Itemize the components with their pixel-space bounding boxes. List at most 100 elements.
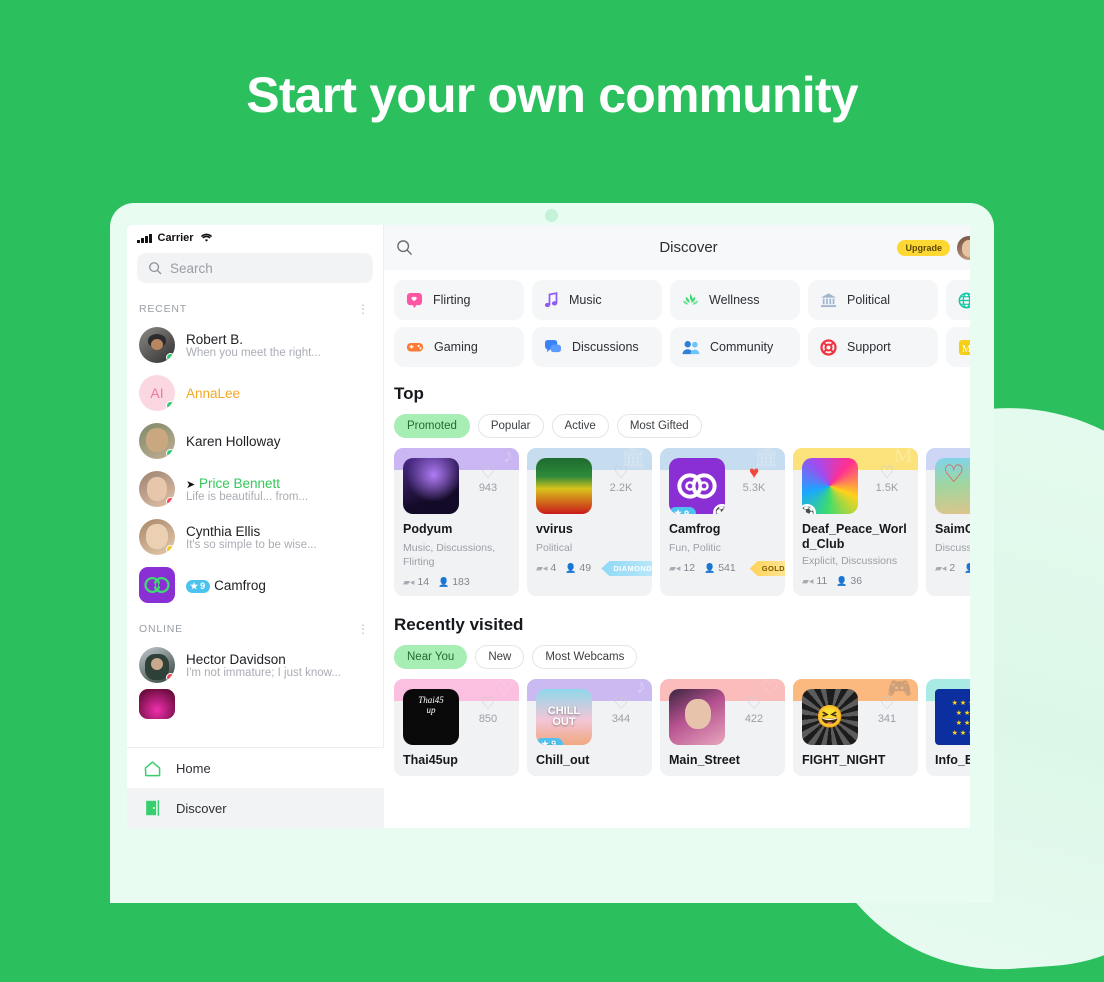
filter-pill[interactable]: Most Gifted [616,414,702,438]
community-card[interactable]: ♪ ♡ 943 Podyum Music, Discussions, Flirt… [394,448,519,596]
list-item[interactable] [127,689,383,719]
app-screen: Carrier Search RECENT ⋮ Robert B. When y… [127,225,993,828]
sidebar-item-label: Discover [176,800,227,816]
section-title: Top [394,384,424,403]
category-flirting[interactable]: Flirting [394,280,524,320]
more-vertical-icon[interactable]: ⋮ [357,303,369,315]
avatar [139,689,175,719]
heart-icon[interactable]: ♡ [737,695,771,712]
heart-icon[interactable]: ♡ [471,464,505,481]
card-list-recently-visited: ♡ Thai45 up ♡ 850 Thai45up ♪ CHILL OUT ★ 9 [384,669,993,776]
list-item[interactable]: Hector Davidson I'm not immature; I just… [127,641,383,689]
like-count: 943 [478,482,498,494]
soccer-ball-icon: ⚽ [802,504,816,514]
like-count: 850 [478,713,498,725]
filter-pill[interactable]: New [475,645,525,669]
camfrog-logo-icon [677,473,717,499]
category-label: Community [710,340,774,354]
heart-icon[interactable]: ♡ [870,464,904,481]
person-icon: 👤 [565,563,577,573]
card-title: Chill_out [536,753,590,767]
category-political[interactable]: Political [808,280,938,320]
category-label: Support [847,340,891,354]
cam-icon: ▰◂ [536,563,548,573]
category-community[interactable]: Community [670,327,800,367]
filter-pill[interactable]: Most Webcams [532,645,638,669]
category-music[interactable]: Music [532,280,662,320]
heart-icon[interactable]: ♥ [737,464,771,481]
category-label: Wellness [709,293,760,307]
community-card[interactable]: ♡ ♡ 422 Main_Street [660,679,785,776]
list-item[interactable]: AI AnnaLee [127,369,383,417]
card-tags: Political [536,542,573,554]
filter-pill[interactable]: Popular [477,414,544,438]
card-title: Main_Street [669,753,740,767]
card-title: Deaf_Peace_World_Club [802,522,907,551]
cam-icon: ▰◂ [669,563,681,573]
section-title: Recently visited [394,615,524,634]
list-item[interactable]: ➤ Price Bennett Life is beautiful... fro… [127,465,383,513]
category-wellness[interactable]: Wellness [670,280,800,320]
sidebar-item-discover[interactable]: Discover [127,788,384,828]
sidebar-item-home[interactable]: Home [127,748,384,788]
app-avatar-camfrog [139,567,175,603]
list-item[interactable]: Karen Holloway [127,417,383,465]
lotus-icon [682,293,699,305]
category-row: Gaming Discussions Community Support M E… [394,327,993,367]
community-card[interactable]: 🏛 ★ 9 ⚽ ♥ 5.3K Camfrog Fun, Politic ▰◂ 1… [660,448,785,596]
soccer-ball-icon: ⚽ [713,504,725,514]
screen-right-bezel [970,225,993,828]
category-label: Political [847,293,891,307]
list-item[interactable]: Robert B. When you meet the right... [127,321,383,369]
community-card[interactable]: 🏛 ♡ 2.2K vvirus Political ▰◂ 4 👤 49 DIAM… [527,448,652,596]
cam-icon: ▰◂ [403,577,415,587]
bottom-navigation: Home Discover [127,747,384,828]
filter-pill[interactable]: Promoted [394,414,470,438]
heart-icon[interactable]: ♡ [604,695,638,712]
contact-subtitle: I'm not immature; I just know... [186,666,341,679]
signal-bars-icon [137,233,152,243]
community-card[interactable]: ♡ Thai45 up ♡ 850 Thai45up [394,679,519,776]
heart-icon[interactable]: ♡ [471,695,505,712]
card-thumbnail [669,689,725,745]
heart-icon[interactable]: ♡ [604,464,638,481]
avatar [139,519,175,555]
category-discussions[interactable]: Discussions [532,327,662,367]
avatar [139,647,175,683]
category-support[interactable]: Support [808,327,938,367]
sidebar-search[interactable]: Search [127,244,383,283]
carrier-label: Carrier [157,232,194,244]
category-gaming[interactable]: Gaming [394,327,524,367]
heart-icon[interactable]: ♡ [870,695,904,712]
search-icon[interactable] [396,239,413,256]
contact-name: ★ 9 Camfrog [186,578,266,593]
contact-name: AnnaLee [186,385,241,401]
filter-pill[interactable]: Active [551,414,609,438]
community-card[interactable]: 🎮 😆 ♡ 341 FIGHT_NIGHT [793,679,918,776]
bank-icon [820,293,837,308]
filter-pills-top: Promoted Popular Active Most Gifted [384,404,993,438]
like-count: 341 [877,713,897,725]
sidebar-section-header-online: ONLINE ⋮ [127,609,383,641]
list-item[interactable]: Cynthia Ellis It's so simple to be wise.… [127,513,383,561]
contact-subtitle: Life is beautiful... from... [186,490,309,503]
rank-badge: ★ 9 [186,579,211,593]
svg-text:★ ★: ★ ★ [956,709,971,717]
avatar [139,423,175,459]
cam-count: 12 [683,562,696,574]
card-tags: Fun, Politic [669,542,721,554]
upgrade-button[interactable]: Upgrade [897,239,950,256]
more-vertical-icon[interactable]: ⋮ [357,623,369,635]
like-count: 344 [611,713,631,725]
rank-badge: ★ 9 [669,507,697,514]
community-card[interactable]: ♪ CHILL OUT ★ 9 ♡ 344 Chill_out [527,679,652,776]
community-card[interactable]: M ⚽ ♡ 1.5K Deaf_Peace_World_Club Explici… [793,448,918,596]
avatar [139,471,175,507]
filter-pill[interactable]: Near You [394,645,468,669]
card-thumbnail [536,458,592,514]
card-thumbnail: ★ 9 ⚽ [669,458,725,514]
cam-count: 11 [816,575,828,587]
avatar: AI [139,375,175,411]
list-item[interactable]: ★ 9 Camfrog [127,561,383,609]
like-count: 2.2K [609,482,633,494]
